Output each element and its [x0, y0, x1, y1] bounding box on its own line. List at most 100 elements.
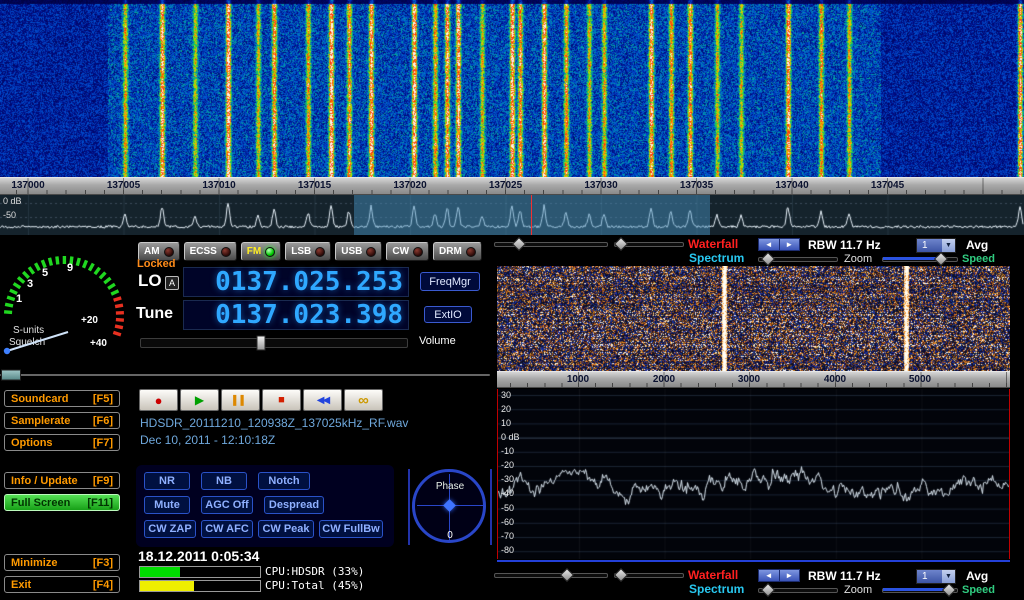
rewind-button[interactable]: ◀◀	[303, 389, 342, 411]
speed-slider[interactable]	[882, 253, 958, 265]
brightness-slider[interactable]	[494, 569, 608, 581]
mode-led-icon	[265, 247, 275, 257]
avg-value: 1	[917, 239, 942, 252]
freqmgr-button[interactable]: FreqMgr	[420, 272, 480, 291]
avg-select[interactable]: 1 ▼	[916, 238, 956, 253]
freq-label: 137000	[11, 180, 44, 191]
cw-zap-button[interactable]: CW ZAP	[144, 520, 196, 538]
main-waterfall[interactable]	[0, 0, 1024, 177]
nr-button[interactable]: NR	[144, 472, 190, 490]
exit-button[interactable]: Exit [F4]	[4, 576, 120, 593]
notch-button[interactable]: Notch	[258, 472, 310, 490]
contrast-slider[interactable]	[614, 238, 684, 250]
squelch-label: Squelch	[9, 337, 45, 348]
mode-label: FM	[247, 246, 261, 257]
nb-button[interactable]: NB	[201, 472, 247, 490]
extio-button[interactable]: ExtIO	[424, 306, 472, 323]
pause-button[interactable]: ▌▌	[221, 389, 260, 411]
zoom-label: Zoom	[844, 584, 872, 596]
zoom-in-button[interactable]: ►	[780, 239, 800, 250]
chevron-down-icon[interactable]: ▼	[942, 570, 955, 583]
avg-select[interactable]: 1 ▼	[916, 569, 956, 584]
soundcard-button[interactable]: Soundcard [F5]	[4, 390, 120, 407]
info-update-button[interactable]: Info / Update [F9]	[4, 472, 120, 489]
brightness-slider[interactable]	[494, 238, 608, 250]
volume-thumb[interactable]	[256, 336, 265, 351]
slider-thumb[interactable]	[942, 583, 956, 597]
slider-thumb[interactable]	[761, 583, 775, 597]
volume-slider[interactable]	[140, 336, 408, 350]
phase-label: Phase	[408, 481, 492, 492]
freq-label: 137035	[680, 180, 713, 191]
cpu-hdsdr-label: CPU:HDSDR (33%)	[265, 566, 364, 578]
zoom-slider[interactable]	[758, 253, 838, 265]
vfo-a-icon[interactable]: A	[165, 276, 179, 290]
zoom-waterfall[interactable]	[497, 266, 1010, 371]
zoom-spectrum[interactable]: 30 20 10 0 dB -10 -20 -30 -40 -50 -60 -7…	[497, 389, 1010, 559]
mode-button-usb[interactable]: USB	[335, 242, 382, 261]
slider-thumb[interactable]	[614, 237, 628, 251]
rbw-label: RBW 11.7 Hz	[808, 238, 881, 252]
options-button[interactable]: Options [F7]	[4, 434, 120, 451]
main-frequency-scale[interactable]: 137000 137005 137010 137015 137020 13702…	[0, 177, 1024, 195]
tune-frequency-display[interactable]: 0137.023.398	[183, 300, 409, 330]
stop-icon: ■	[278, 394, 285, 406]
play-button[interactable]: ▶	[180, 389, 219, 411]
zoom-slider[interactable]	[758, 584, 838, 596]
record-button[interactable]: ●	[139, 389, 178, 411]
passband-selection[interactable]	[354, 195, 710, 235]
slider-thumb[interactable]	[614, 568, 628, 582]
contrast-slider[interactable]	[614, 569, 684, 581]
waterfall-tab[interactable]: Waterfall	[688, 237, 738, 251]
phase-display[interactable]: Phase 0	[408, 463, 492, 549]
main-spectrum[interactable]: 0 dB -50	[0, 195, 1024, 235]
mode-button-ecss[interactable]: ECSS	[184, 242, 237, 261]
slider-thumb[interactable]	[761, 252, 775, 266]
cw-fullbw-button[interactable]: CW FullBw	[319, 520, 383, 538]
menu-hotkey: [F3]	[93, 557, 113, 569]
agc-button[interactable]: AGC Off	[201, 496, 253, 514]
mode-led-icon	[315, 247, 325, 257]
zoom-frequency-scale[interactable]: 1000 2000 3000 4000 5000	[497, 371, 1010, 388]
loop-button[interactable]: ∞	[344, 389, 383, 411]
zoom-in-button[interactable]: ►	[780, 570, 800, 581]
mode-button-lsb[interactable]: LSB	[285, 242, 331, 261]
speed-slider[interactable]	[882, 584, 958, 596]
menu-label: Minimize	[11, 557, 57, 569]
squelch-knob[interactable]	[4, 348, 10, 354]
cw-afc-button[interactable]: CW AFC	[201, 520, 253, 538]
spectrum-tab[interactable]: Spectrum	[689, 582, 744, 596]
mute-button[interactable]: Mute	[144, 496, 190, 514]
slider-thumb[interactable]	[560, 568, 574, 582]
despread-button[interactable]: Despread	[264, 496, 324, 514]
slider-thumb[interactable]	[934, 252, 948, 266]
volume-track[interactable]	[140, 338, 408, 348]
zoom-out-button[interactable]: ◄	[759, 239, 780, 250]
cpu-total-fill	[140, 581, 194, 591]
zoom-spectrum-baseline	[497, 560, 1010, 562]
squelch-slider[interactable]	[0, 369, 490, 381]
mode-button-drm[interactable]: DRM	[433, 242, 482, 261]
mode-led-icon	[164, 247, 174, 257]
spectrum-tab[interactable]: Spectrum	[689, 251, 744, 265]
waterfall-tab[interactable]: Waterfall	[688, 568, 738, 582]
cpu-total-label: CPU:Total (45%)	[265, 580, 364, 592]
playback-file-date: Dec 10, 2011 - 12:10:18Z	[140, 433, 275, 447]
avg-value: 1	[917, 570, 942, 583]
chevron-down-icon[interactable]: ▼	[942, 239, 955, 252]
squelch-thumb[interactable]	[1, 370, 21, 381]
mode-button-cw[interactable]: CW	[386, 242, 429, 261]
squelch-track[interactable]	[0, 374, 490, 376]
zoom-out-button[interactable]: ◄	[759, 570, 780, 581]
lo-frequency-display[interactable]: 0137.025.253	[183, 267, 409, 297]
stop-button[interactable]: ■	[262, 389, 301, 411]
freq-label: 137010	[202, 180, 235, 191]
cw-peak-button[interactable]: CW Peak	[258, 520, 314, 538]
minimize-button[interactable]: Minimize [F3]	[4, 554, 120, 571]
menu-hotkey: [F9]	[93, 475, 113, 487]
samplerate-button[interactable]: Samplerate [F6]	[4, 412, 120, 429]
mode-button-fm[interactable]: FM	[241, 242, 281, 261]
s-meter[interactable]: 1 3 5 9 +20 +40 S-units Squelch	[0, 238, 132, 366]
slider-thumb[interactable]	[512, 237, 526, 251]
fullscreen-button[interactable]: Full Screen [F11]	[4, 494, 120, 511]
